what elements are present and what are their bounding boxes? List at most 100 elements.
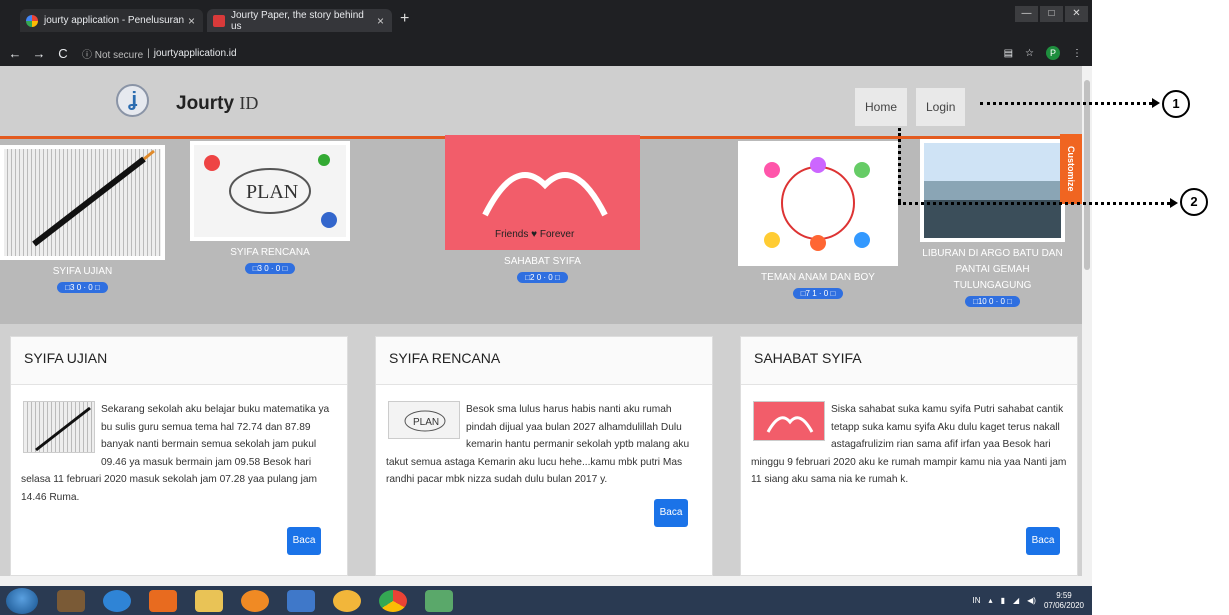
story-cards: SYIFA UJIAN Sekarang sekolah aku belajar… bbox=[0, 324, 1082, 576]
screenshot: jourty application - Penelusuran × Jourt… bbox=[0, 0, 1229, 615]
calendar-app-icon[interactable] bbox=[57, 589, 85, 612]
plan-image: PLAN bbox=[190, 141, 350, 241]
story-card: SYIFA RENCANA PLAN Besok sma lulus harus… bbox=[375, 336, 713, 576]
scrollbar-thumb[interactable] bbox=[1084, 80, 1090, 270]
pen-graphic bbox=[32, 149, 155, 247]
card-body: Sekarang sekolah aku belajar buku matema… bbox=[11, 385, 347, 514]
callout-1-leader bbox=[980, 102, 1152, 105]
window-controls: — □ ✕ bbox=[1015, 6, 1088, 22]
reload-button[interactable]: C bbox=[54, 46, 72, 61]
volume-icon[interactable]: ◀) bbox=[1027, 596, 1036, 605]
read-button[interactable]: Baca bbox=[287, 527, 321, 555]
start-button[interactable] bbox=[6, 587, 38, 614]
plan-graphic: PLAN bbox=[404, 410, 446, 432]
security-indicator[interactable]: ⓘ Not secure bbox=[82, 46, 143, 61]
slide-stats-badge: □2 0 · 0 □ bbox=[517, 272, 568, 283]
horizontal-scrollbar[interactable] bbox=[0, 576, 1092, 586]
tab-title: jourty application - Penelusuran bbox=[44, 15, 185, 26]
slide-stats-badge: □7 1 · 0 □ bbox=[792, 288, 844, 299]
callout-2-leader bbox=[898, 202, 1170, 205]
profile-avatar[interactable]: P bbox=[1046, 46, 1060, 60]
taskbar-clock[interactable]: 9:59 07/06/2020 bbox=[1044, 591, 1084, 611]
card-thumbnail bbox=[753, 401, 825, 441]
site-navbar: ʝ Jourty ID Home Login bbox=[0, 66, 1082, 136]
carousel-slide[interactable]: TEMAN ANAM DAN BOY □7 1 · 0 □ bbox=[738, 141, 898, 299]
nav-login-link[interactable]: Login bbox=[916, 88, 966, 126]
maximize-button[interactable]: □ bbox=[1040, 6, 1063, 22]
carousel-slide[interactable]: LIBURAN DI ARGO BATU DAN PANTAI GEMAH TU… bbox=[920, 139, 1065, 307]
pinky-promise-graphic bbox=[766, 416, 814, 433]
heart-favicon-icon bbox=[213, 14, 225, 27]
carousel-slide[interactable]: SYIFA UJIAN □3 0 · 0 □ bbox=[0, 145, 165, 293]
clock-time: 9:59 bbox=[1056, 590, 1072, 600]
beach-photo-image bbox=[920, 139, 1065, 242]
story-card: SAHABAT SYIFA Siska sahabat suka kamu sy… bbox=[740, 336, 1078, 576]
pen-graphic bbox=[35, 406, 91, 452]
vertical-scrollbar[interactable] bbox=[1082, 66, 1092, 576]
svg-text:PLAN: PLAN bbox=[413, 417, 439, 428]
language-indicator[interactable]: IN bbox=[973, 596, 981, 605]
site-brand[interactable]: Jourty ID bbox=[176, 93, 258, 115]
battery-icon[interactable]: ▮ bbox=[1001, 596, 1005, 605]
carousel-slide-active[interactable]: Friends ♥ Forever SAHABAT SYIFA □2 0 · 0… bbox=[445, 135, 640, 283]
children-drawing-image bbox=[738, 141, 898, 266]
menu-kebab-icon[interactable]: ⋮ bbox=[1072, 48, 1082, 59]
word-app-icon[interactable] bbox=[287, 589, 315, 612]
callout-2-leader-vertical bbox=[898, 128, 901, 202]
tab-google-search[interactable]: jourty application - Penelusuran × bbox=[20, 9, 203, 32]
card-body: PLAN Besok sma lulus harus habis nanti a… bbox=[376, 385, 712, 497]
system-tray: IN ▴ ▮ ◢ ◀) 9:59 07/06/2020 bbox=[973, 591, 1084, 611]
photos-app-icon[interactable] bbox=[425, 589, 453, 612]
slide-caption: LIBURAN DI ARGO BATU DAN PANTAI GEMAH TU… bbox=[922, 248, 1063, 291]
chrome-icon[interactable] bbox=[379, 589, 407, 612]
read-button[interactable]: Baca bbox=[654, 499, 688, 527]
toolbar-actions: ▤ ☆ P ⋮ bbox=[1004, 46, 1082, 60]
translate-icon[interactable]: ▤ bbox=[1004, 48, 1013, 59]
forward-button[interactable]: → bbox=[30, 46, 48, 61]
slide-stats-badge: □10 0 · 0 □ bbox=[964, 296, 1020, 307]
paint-app-icon[interactable] bbox=[333, 589, 361, 612]
browser-toolbar: ← → C ⓘ Not secure | jourtyapplication.i… bbox=[0, 40, 1092, 66]
browser-chrome: jourty application - Penelusuran × Jourt… bbox=[0, 0, 1092, 66]
tray-arrow-icon[interactable]: ▴ bbox=[989, 596, 993, 605]
url-text[interactable]: jourtyapplication.id bbox=[154, 48, 237, 59]
windows-taskbar: IN ▴ ▮ ◢ ◀) 9:59 07/06/2020 bbox=[0, 586, 1092, 615]
slide-caption: SYIFA UJIAN bbox=[52, 266, 113, 277]
firefox-icon[interactable] bbox=[241, 589, 269, 612]
customize-button[interactable]: Customize bbox=[1060, 134, 1082, 204]
story-card: SYIFA UJIAN Sekarang sekolah aku belajar… bbox=[10, 336, 348, 576]
address-bar[interactable]: ⓘ Not secure | jourtyapplication.id bbox=[82, 44, 237, 62]
bookmark-star-icon[interactable]: ☆ bbox=[1025, 48, 1034, 59]
slide-caption: SAHABAT SYIFA bbox=[504, 256, 581, 267]
image-caption-text: Friends ♥ Forever bbox=[495, 229, 575, 240]
callout-1-badge: 1 bbox=[1162, 90, 1190, 118]
card-title: SYIFA RENCANA bbox=[376, 337, 712, 385]
signal-icon[interactable]: ◢ bbox=[1013, 596, 1019, 605]
minimize-button[interactable]: — bbox=[1015, 6, 1038, 22]
story-carousel[interactable]: SYIFA UJIAN □3 0 · 0 □ PLAN SYIFA RENCAN… bbox=[0, 135, 1082, 397]
friends-forever-image: Friends ♥ Forever bbox=[445, 135, 640, 250]
read-button[interactable]: Baca bbox=[1026, 527, 1060, 555]
carousel-slide[interactable]: PLAN SYIFA RENCANA □3 0 · 0 □ bbox=[190, 141, 350, 274]
brand-name: Jourty bbox=[176, 93, 235, 114]
card-thumbnail bbox=[23, 401, 95, 453]
address-separator: | bbox=[147, 47, 150, 59]
slide-stats-badge: □3 0 · 0 □ bbox=[244, 263, 296, 274]
close-icon[interactable]: × bbox=[377, 14, 384, 28]
web-page: ʝ Jourty ID Home Login SYIFA UJIAN □3 0 … bbox=[0, 66, 1082, 576]
nav-home-link[interactable]: Home bbox=[855, 88, 908, 126]
tab-jourty-paper[interactable]: Jourty Paper, the story behind us × bbox=[207, 9, 392, 32]
media-player-icon[interactable] bbox=[149, 589, 177, 612]
internet-explorer-icon[interactable] bbox=[103, 589, 131, 612]
file-explorer-icon[interactable] bbox=[195, 589, 223, 612]
callout-2-badge: 2 bbox=[1180, 188, 1208, 216]
brand-suffix: ID bbox=[239, 93, 259, 113]
back-button[interactable]: ← bbox=[6, 46, 24, 61]
close-window-button[interactable]: ✕ bbox=[1065, 6, 1088, 22]
close-icon[interactable]: × bbox=[188, 14, 195, 28]
card-thumbnail: PLAN bbox=[388, 401, 460, 439]
slide-caption: TEMAN ANAM DAN BOY bbox=[761, 272, 875, 283]
new-tab-button[interactable]: + bbox=[400, 10, 409, 28]
jourty-logo-icon[interactable]: ʝ bbox=[116, 84, 149, 117]
clock-date: 07/06/2020 bbox=[1043, 600, 1084, 610]
